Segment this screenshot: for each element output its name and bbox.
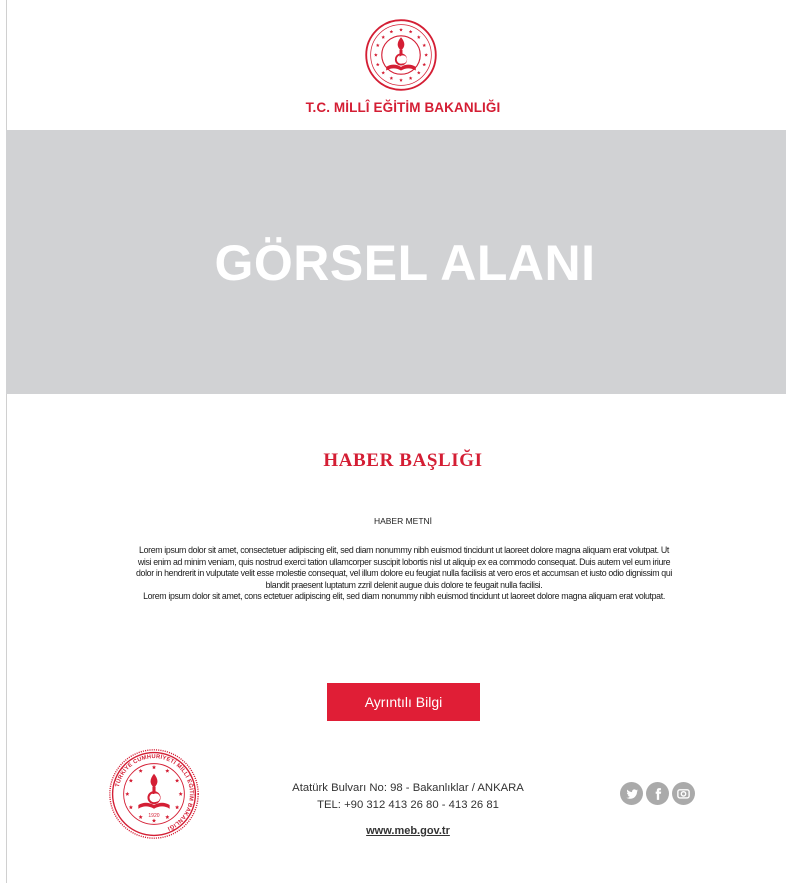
star-icon xyxy=(128,805,133,810)
hero-image-placeholder: GÖRSEL ALANI xyxy=(6,130,786,394)
news-body: Lorem ipsum dolor sit amet, consectetuer… xyxy=(134,545,674,603)
star-icon xyxy=(128,778,133,783)
instagram-icon[interactable] xyxy=(672,782,695,805)
news-paragraph-2: Lorem ipsum dolor sit amet, cons ectetue… xyxy=(143,591,665,602)
star-icon xyxy=(416,35,421,39)
ministry-name: T.C. MİLLÎ EĞİTİM BAKANLIĞI xyxy=(305,100,501,115)
star-icon xyxy=(389,76,394,80)
news-paragraph-1: Lorem ipsum dolor sit amet, consectetuer… xyxy=(135,545,672,590)
facebook-icon[interactable] xyxy=(646,782,669,805)
star-icon xyxy=(375,43,380,47)
star-icon xyxy=(408,76,413,80)
star-icon xyxy=(381,35,386,39)
star-icon xyxy=(151,765,157,770)
news-title: HABER BAŞLIĞI xyxy=(323,450,483,471)
star-icon xyxy=(408,29,413,34)
star-icon xyxy=(138,768,143,773)
star-icon xyxy=(389,29,394,34)
star-icon xyxy=(138,814,143,819)
star-icon xyxy=(424,53,428,57)
details-button[interactable]: Ayrıntılı Bilgi xyxy=(327,683,480,721)
star-icon xyxy=(178,791,183,796)
star-icon xyxy=(125,791,130,796)
footer-address: Atatürk Bulvarı No: 98 - Bakanlıklar / A… xyxy=(260,780,556,814)
star-icon xyxy=(165,768,170,773)
website-link[interactable]: www.meb.gov.tr xyxy=(260,825,556,837)
star-icon xyxy=(165,814,170,819)
star-icon xyxy=(422,62,427,67)
star-icon xyxy=(399,78,403,82)
twitter-icon[interactable] xyxy=(620,782,643,805)
hero-placeholder-text: GÖRSEL ALANI xyxy=(214,235,596,291)
meb-emblem-icon xyxy=(365,19,437,91)
email-header: T.C. MİLLÎ EĞİTİM BAKANLIĞI xyxy=(0,0,786,130)
star-icon xyxy=(374,53,378,57)
star-icon xyxy=(375,62,380,67)
social-links xyxy=(620,782,695,805)
news-text-label: HABER METNİ xyxy=(373,516,433,526)
star-icon xyxy=(175,778,180,783)
phone-line: TEL: +90 312 413 26 80 - 413 26 81 xyxy=(317,799,499,811)
star-icon xyxy=(151,818,157,823)
star-icon xyxy=(422,43,427,47)
address-line: Atatürk Bulvarı No: 98 - Bakanlıklar / A… xyxy=(292,782,524,794)
meb-seal-icon: TÜRKİYE CUMHURİYETİ MİLLÎ EĞİTİM BAKANLI… xyxy=(109,749,199,839)
star-icon xyxy=(175,805,180,810)
star-icon xyxy=(399,27,403,32)
star-icon xyxy=(416,70,421,75)
star-icon xyxy=(381,70,386,75)
svg-text:1920: 1920 xyxy=(148,813,159,819)
